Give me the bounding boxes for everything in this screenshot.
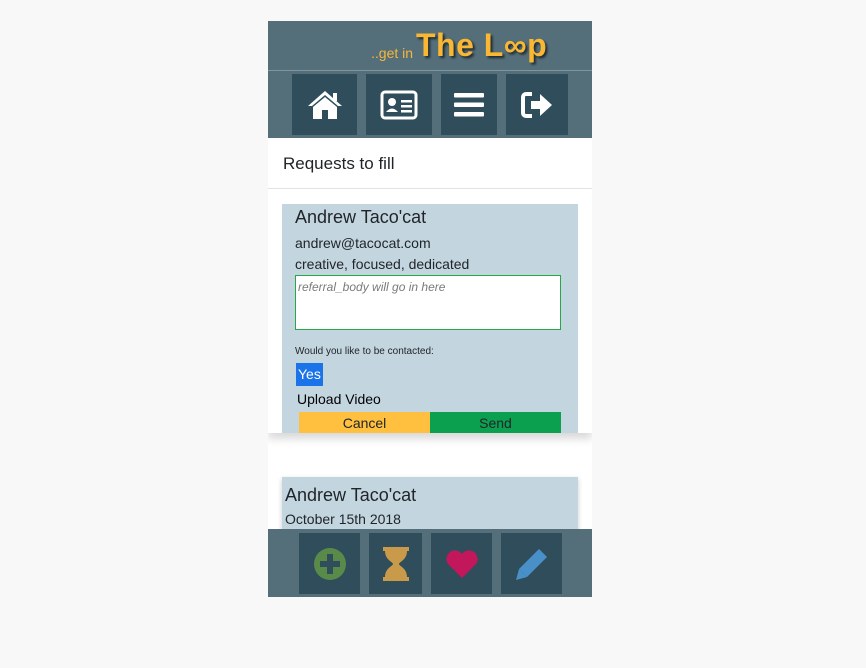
request-card: Andrew Taco'cat andrew@tacocat.com creat… [282,204,578,433]
add-circle-icon [313,547,346,580]
nav-logout-button[interactable] [506,74,568,135]
bottom-toolbar [268,529,592,597]
brand-bar: ..get in The L∞p [268,21,592,71]
request-card-2[interactable]: Andrew Taco'cat October 15th 2018 [282,477,578,537]
tagline: ..get in [371,45,414,61]
requester-name: Andrew Taco'cat [295,207,427,227]
section-title: Requests to fill [283,154,395,173]
pending-button[interactable] [369,533,422,594]
menu-icon [454,92,484,116]
upload-video-button[interactable]: Upload Video [297,391,381,407]
nav-profile-button[interactable] [366,74,432,135]
pencil-icon [515,548,547,580]
edit-button[interactable] [501,533,562,594]
requests-section-header: Requests to fill [268,138,592,189]
brand-logo: The L∞p [416,27,548,63]
referral-body-input[interactable] [295,275,561,330]
favorites-button[interactable] [431,533,492,594]
home-icon [307,90,342,119]
requester-name-2: Andrew Taco'cat [285,485,417,505]
requester-email: andrew@tacocat.com [295,235,431,251]
requester-traits: creative, focused, dedicated [295,256,470,272]
app-screen: ..get in The L∞p Requests to fill Andrew… [268,21,592,597]
add-button[interactable] [299,533,360,594]
send-button[interactable]: Send [430,412,561,433]
request-date: October 15th 2018 [285,511,401,527]
request-card-container: Andrew Taco'cat andrew@tacocat.com creat… [268,189,592,433]
nav-home-button[interactable] [292,74,357,135]
contact-question: Would you like to be contacted: [295,346,434,357]
nav-menu-button[interactable] [441,74,497,135]
heart-icon [445,549,478,578]
sign-out-icon [521,91,552,118]
cancel-button[interactable]: Cancel [299,412,430,433]
app-header: ..get in The L∞p [268,21,592,138]
hourglass-icon [382,546,409,581]
id-card-icon [380,90,418,119]
contact-select[interactable]: Yes [296,363,323,386]
